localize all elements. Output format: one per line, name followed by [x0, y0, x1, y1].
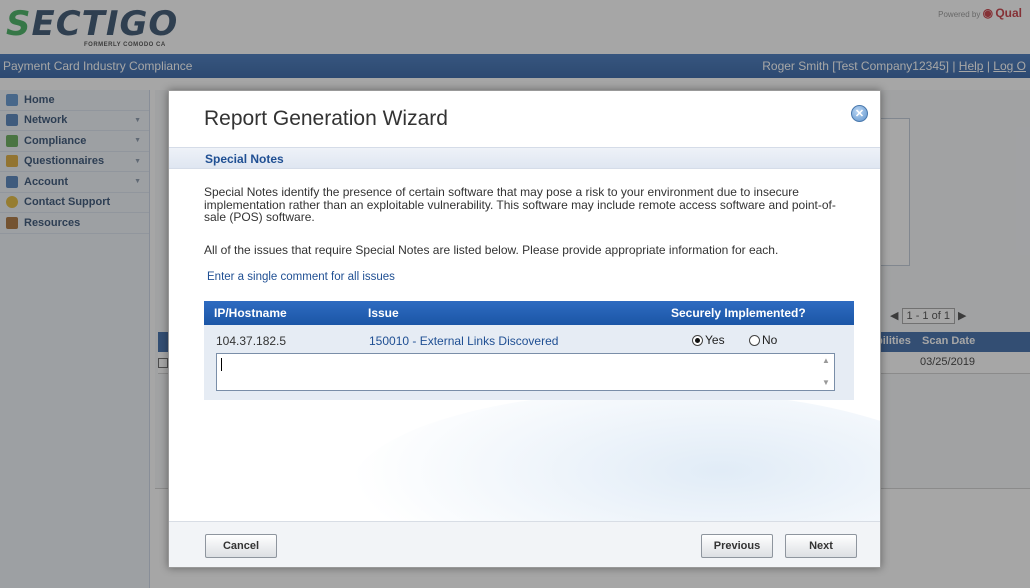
radio-yes-button[interactable]: [692, 334, 703, 346]
scroll-down-icon[interactable]: ▼: [820, 378, 832, 388]
scroll-up-icon[interactable]: ▲: [820, 356, 832, 366]
header-issue: Issue: [368, 306, 399, 320]
previous-button[interactable]: Previous: [701, 534, 773, 558]
header-securely-implemented: Securely Implemented?: [671, 306, 806, 320]
text-caret: [221, 358, 222, 371]
issues-table: IP/Hostname Issue Securely Implemented? …: [204, 301, 854, 400]
special-notes-description: Special Notes identify the presence of c…: [204, 185, 836, 224]
issue-link[interactable]: 150010 - External Links Discovered: [369, 334, 558, 348]
single-comment-link[interactable]: Enter a single comment for all issues: [207, 271, 395, 283]
issues-table-header: IP/Hostname Issue Securely Implemented?: [204, 301, 854, 325]
report-wizard-dialog: Report Generation Wizard ✕ Special Notes…: [168, 90, 881, 568]
close-icon[interactable]: ✕: [851, 105, 868, 122]
comment-textarea[interactable]: ▲ ▼: [216, 353, 835, 391]
issue-ip: 104.37.182.5: [216, 334, 287, 348]
next-button[interactable]: Next: [785, 534, 857, 558]
instruction-text: All of the issues that require Special N…: [204, 243, 779, 257]
dialog-title: Report Generation Wizard: [204, 107, 448, 130]
dialog-footer: Cancel Previous Next: [169, 521, 880, 567]
header-ip-hostname: IP/Hostname: [214, 306, 287, 320]
radio-no[interactable]: No: [749, 333, 777, 347]
section-header: Special Notes: [169, 147, 880, 169]
radio-yes[interactable]: Yes: [692, 333, 725, 347]
cancel-button[interactable]: Cancel: [205, 534, 277, 558]
radio-no-button[interactable]: [749, 334, 760, 346]
